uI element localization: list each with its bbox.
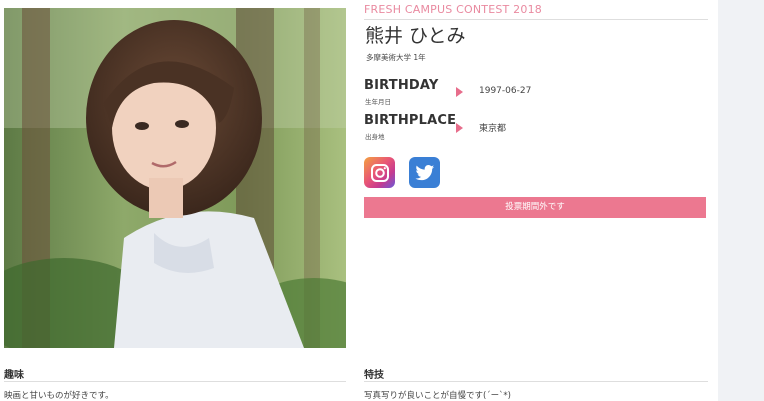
twitter-icon (415, 164, 434, 180)
skill-heading: 特技 (364, 370, 384, 381)
skill-text: 写真写りが良いことが自慢です(´ー`*) (364, 391, 511, 401)
instagram-icon (370, 163, 389, 182)
contestant-name: 熊井 ひとみ (365, 25, 466, 47)
birthplace-label: BIRTHPLACE (364, 113, 457, 128)
arrow-right-icon (456, 87, 463, 97)
school-year: 多摩美術大学 1年 (366, 53, 426, 62)
page-side-margin (718, 0, 764, 401)
twitter-link[interactable] (409, 157, 440, 188)
contest-title: FRESH CAMPUS CONTEST 2018 (364, 3, 542, 16)
hobby-text: 映画と甘いものが好きです。 (4, 391, 114, 401)
birthplace-value: 東京都 (479, 124, 507, 134)
divider (364, 19, 708, 20)
birthday-sublabel: 生年月日 (365, 98, 391, 106)
hobby-heading: 趣味 (4, 370, 24, 381)
birthday-value: 1997-06-27 (479, 86, 532, 96)
instagram-link[interactable] (364, 157, 395, 188)
divider (4, 381, 346, 382)
birthplace-sublabel: 出身地 (365, 133, 385, 141)
vote-button[interactable]: 投票期間外です (364, 197, 706, 218)
divider (364, 381, 708, 382)
birthday-label: BIRTHDAY (364, 78, 439, 93)
arrow-right-icon (456, 123, 463, 133)
profile-photo (4, 8, 346, 348)
